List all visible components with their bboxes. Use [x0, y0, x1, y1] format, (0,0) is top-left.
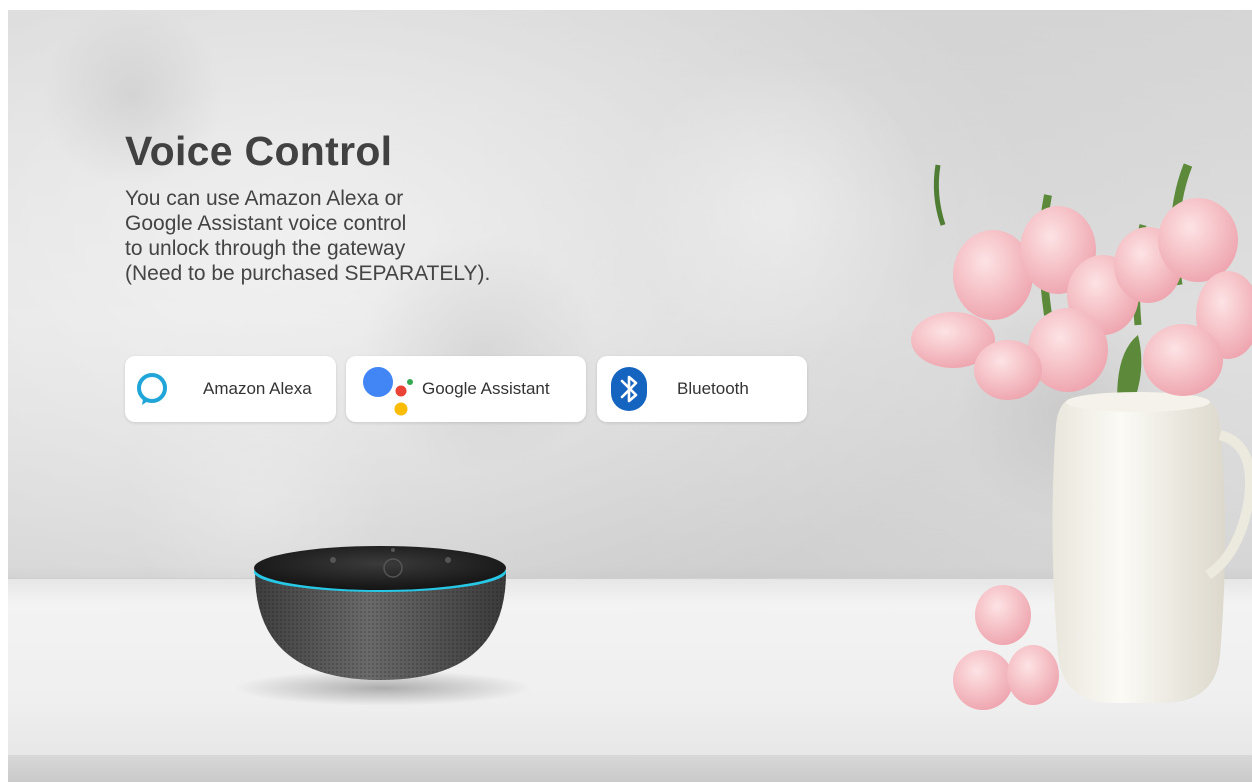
bluetooth-badge: Bluetooth [597, 356, 807, 422]
description-line: (Need to be purchased SEPARATELY). [125, 262, 491, 285]
smart-speaker-image [254, 546, 506, 680]
badge-label: Amazon Alexa [203, 379, 312, 398]
amazon-alexa-badge: Amazon Alexa [125, 356, 336, 422]
description-line: to unlock through the gateway [125, 237, 406, 260]
badge-label: Bluetooth [677, 379, 749, 398]
badge-label: Google Assistant [422, 379, 550, 398]
feature-description: You can use Amazon Alexa or Google Assis… [125, 186, 605, 286]
description-line: You can use Amazon Alexa or [125, 187, 404, 210]
alexa-ring-icon [137, 373, 167, 405]
google-assistant-dots-icon [363, 367, 413, 416]
table-edge [8, 755, 1252, 782]
bluetooth-icon [611, 367, 647, 411]
google-assistant-badge: Google Assistant [346, 356, 586, 422]
flower-vase-image [911, 163, 1252, 710]
product-banner: Voice Control You can use Amazon Alexa o… [8, 10, 1252, 782]
page-title: Voice Control [125, 128, 393, 174]
description-line: Google Assistant voice control [125, 212, 407, 235]
